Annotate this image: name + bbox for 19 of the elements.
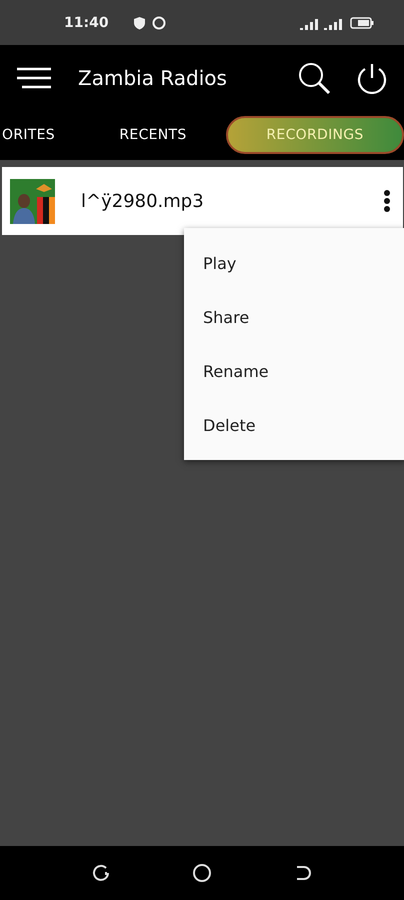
menu-button[interactable]: [16, 66, 52, 90]
menu-item[interactable]: Delete: [184, 398, 404, 452]
recents-icon[interactable]: [92, 864, 110, 882]
status-time: 11:40: [64, 14, 109, 30]
file-name: l^ÿ2980.mp3: [81, 190, 205, 212]
tab[interactable]: ORITES: [0, 116, 80, 154]
circle-icon: [152, 16, 166, 30]
menu-item[interactable]: Rename: [184, 344, 404, 398]
recording-item[interactable]: l^ÿ2980.mp3: [2, 167, 403, 235]
power-button[interactable]: [356, 62, 388, 94]
battery-icon: [350, 16, 374, 28]
menu-item[interactable]: Share: [184, 290, 404, 344]
back-icon[interactable]: [294, 864, 312, 882]
more-button[interactable]: [383, 189, 391, 213]
menu-item[interactable]: Play: [184, 236, 404, 290]
app-title: Zambia Radios: [78, 66, 228, 90]
shield-icon: [132, 16, 146, 30]
tab[interactable]: RECENTS: [80, 116, 226, 154]
home-icon[interactable]: [192, 863, 212, 883]
